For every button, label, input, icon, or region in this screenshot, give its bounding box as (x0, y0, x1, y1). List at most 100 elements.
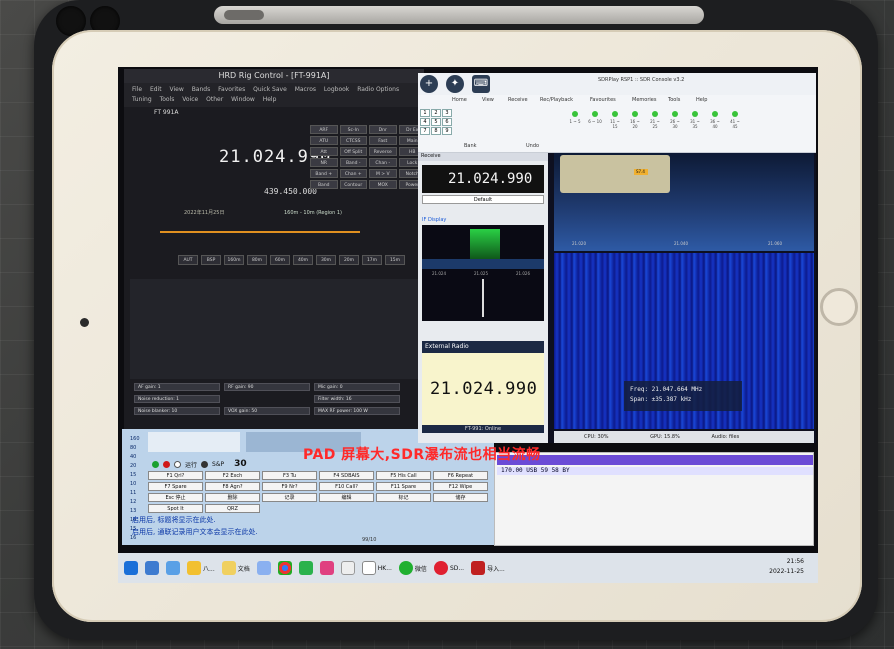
menu-item[interactable]: Logbook (324, 86, 349, 93)
menu-item[interactable]: Macros (295, 86, 316, 93)
rf-gain-slider[interactable]: RF gain: 90 (224, 383, 310, 391)
run-radio[interactable] (174, 460, 181, 468)
band-button[interactable]: BSP (201, 255, 221, 265)
menu-item[interactable]: Tools (160, 96, 175, 103)
menu-item[interactable]: File (132, 86, 142, 93)
filter-width-slider[interactable]: Filter width: 16 (314, 395, 400, 403)
band-button[interactable]: 15m (385, 255, 405, 265)
vox-gain-slider[interactable]: VOX gain: 50 (224, 407, 310, 415)
receive-frequency[interactable]: 21.024.990 (422, 165, 544, 193)
taskbar-app[interactable] (339, 558, 357, 578)
bank-button[interactable]: 3 (442, 109, 452, 117)
memory-button[interactable]: 31 ~ 35 (688, 111, 702, 131)
max-rf-power-slider[interactable]: MAX RF power: 100 W (314, 407, 400, 415)
function-key[interactable]: F9 Nr? (262, 482, 317, 491)
band-button[interactable]: AUT (178, 255, 198, 265)
mode-select[interactable]: Default (422, 195, 544, 204)
tab-home[interactable]: Home (452, 97, 467, 103)
function-key[interactable]: F10 Call? (319, 482, 374, 491)
menu-item[interactable]: Favorites (218, 86, 245, 93)
band-button[interactable]: 20m (339, 255, 359, 265)
function-key[interactable]: 编辑 (319, 493, 374, 502)
function-key[interactable]: F11 Spare (376, 482, 431, 491)
menu-item[interactable]: Other (206, 96, 223, 103)
memory-button[interactable]: 36 ~ 40 (708, 111, 722, 131)
menu-item[interactable]: Window (231, 96, 255, 103)
band-button[interactable]: 40m (293, 255, 313, 265)
taskbar-app[interactable]: HK... (360, 558, 394, 578)
rig-button[interactable]: Off Split (339, 147, 367, 156)
function-key[interactable]: F2 Exch (205, 471, 260, 480)
bank-button[interactable]: 4 (420, 118, 430, 126)
mic-gain-slider[interactable]: Mic gain: 0 (314, 383, 400, 391)
count-value[interactable]: 30 (234, 459, 247, 469)
taskbar-app[interactable]: SD... (432, 558, 466, 578)
function-key[interactable]: F6 Repeat (433, 471, 488, 480)
rig-button[interactable]: Chan + (339, 169, 367, 178)
waterfall-display[interactable]: Freq: 21.047.664 MHz Span: ±35.387 kHz (554, 253, 814, 429)
tab-receive[interactable]: Receive (508, 97, 528, 103)
menu-item[interactable]: Edit (150, 86, 162, 93)
menu-item[interactable]: Tuning (132, 96, 152, 103)
taskbar-app[interactable] (164, 558, 182, 578)
home-button[interactable] (820, 288, 858, 326)
start-button[interactable] (122, 558, 140, 578)
taskbar-clock[interactable]: 21:56 2022-11-25 (769, 557, 804, 577)
function-key[interactable]: F5 His Call (376, 471, 431, 480)
rig-button[interactable]: ATU (310, 136, 338, 145)
spectrum-display[interactable]: S7.4 21.020 21.040 21.060 (554, 153, 814, 251)
rig-button[interactable]: ARF (310, 125, 338, 134)
memory-button[interactable]: 11 ~ 15 (608, 111, 622, 131)
memory-button[interactable]: 1 ~ 5 (568, 111, 582, 131)
taskbar-app[interactable] (297, 558, 315, 578)
rig-button[interactable]: Band + (310, 169, 338, 178)
memory-button[interactable]: 41 ~ 45 (728, 111, 742, 131)
sp-radio[interactable] (201, 460, 209, 468)
rig-button[interactable]: NR (310, 158, 338, 167)
taskbar-app[interactable] (143, 558, 161, 578)
taskbar-app[interactable]: 八... (185, 558, 217, 578)
rig-button[interactable]: Att (310, 147, 338, 156)
zoom-in-icon[interactable]: + (420, 75, 438, 93)
af-gain-slider[interactable]: AF gain: 1 (134, 383, 220, 391)
menu-item[interactable]: Help (263, 96, 277, 103)
tab-favourites[interactable]: Favourites (590, 97, 616, 103)
band-button[interactable]: 30m (316, 255, 336, 265)
memory-button[interactable]: 21 ~ 25 (648, 111, 662, 131)
memory-button[interactable]: 26 ~ 30 (668, 111, 682, 131)
menu-item[interactable]: Quick Save (253, 86, 287, 93)
rig-button[interactable]: Sc-In (339, 125, 367, 134)
bank-button[interactable]: 9 (442, 127, 452, 135)
function-key[interactable]: F4 SDBAIS (319, 471, 374, 480)
function-key[interactable]: F8 Agn? (205, 482, 260, 491)
tab-help[interactable]: Help (696, 97, 707, 103)
rig-button[interactable]: Dnr (369, 125, 397, 134)
bank-button[interactable]: 1 (420, 109, 430, 117)
band-button[interactable]: 80m (247, 255, 267, 265)
rig-button[interactable]: MOX (369, 180, 397, 189)
bank-button[interactable]: 6 (442, 118, 452, 126)
tuning-scale[interactable] (160, 231, 360, 239)
band-button[interactable]: 17m (362, 255, 382, 265)
menu-item[interactable]: View (170, 86, 184, 93)
tab-tools[interactable]: Tools (668, 97, 680, 103)
rig-button[interactable]: CTCSS (339, 136, 367, 145)
function-key[interactable]: 储存 (433, 493, 488, 502)
bank-button[interactable]: 5 (431, 118, 441, 126)
wechat-icon[interactable]: 微信 (397, 558, 429, 578)
taskbar-app[interactable]: 导入... (469, 558, 507, 578)
function-key[interactable]: 记录 (262, 493, 317, 502)
function-key[interactable]: 删除 (205, 493, 260, 502)
memory-button[interactable]: 6 ~ 10 (588, 111, 602, 131)
rig-button[interactable]: Reverse (369, 147, 397, 156)
function-key[interactable]: F12 Wipe (433, 482, 488, 491)
noise-blanker-slider[interactable]: Noise blanker: 10 (134, 407, 220, 415)
taskbar-app[interactable] (318, 558, 336, 578)
function-key[interactable]: Esc 停止 (148, 493, 203, 502)
bank-button[interactable]: 7 (420, 127, 430, 135)
function-key[interactable]: Spot It (148, 504, 203, 513)
band-button[interactable]: 60m (270, 255, 290, 265)
bank-button[interactable]: 8 (431, 127, 441, 135)
qso-row[interactable]: 170.00 USB 59 58 BY (497, 467, 813, 475)
function-key[interactable]: F7 Spare (148, 482, 203, 491)
